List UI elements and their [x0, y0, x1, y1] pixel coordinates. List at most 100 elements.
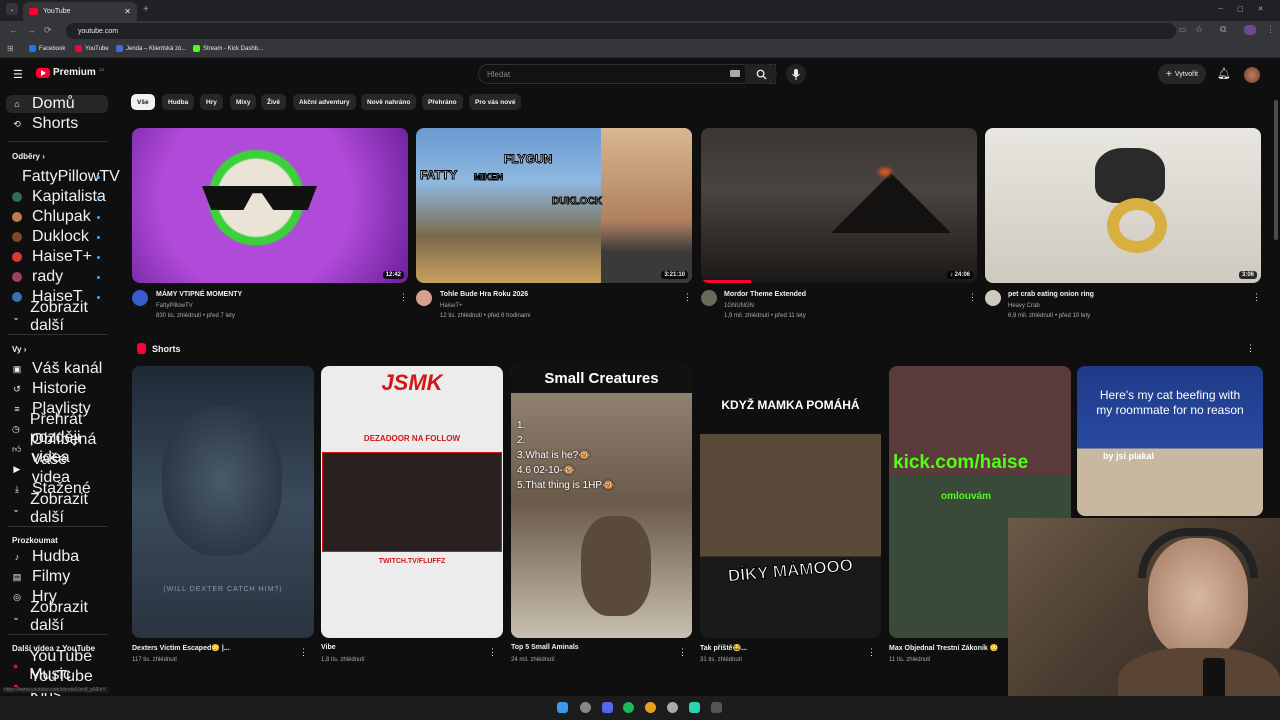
chip-mixes[interactable]: Mixy [230, 94, 257, 110]
more-options-icon[interactable]: ⋮ [1252, 292, 1261, 303]
tab-youtube[interactable]: YouTube ✕ [23, 2, 137, 21]
new-tab-icon[interactable]: + [143, 4, 149, 15]
chip-action-adventure[interactable]: Akční adventury [293, 94, 356, 110]
bell-icon[interactable]: 🔔︎ [1217, 67, 1231, 80]
chip-music[interactable]: Hudba [162, 94, 195, 110]
create-button[interactable]: + Vytvořit [1158, 64, 1206, 84]
apps-icon[interactable]: ⊞ [7, 44, 14, 53]
more-options-icon[interactable]: ⋮ [968, 292, 977, 303]
video-thumbnail[interactable]: FATTY MIKEN FLYGUN DUKLOCK 3:21:10 [416, 128, 692, 283]
short-title[interactable]: Max Objednal Trestní Zákoník 😳 [889, 644, 998, 652]
omnibox[interactable]: youtube.com [66, 23, 1176, 39]
short-thumbnail[interactable]: JSMK DEZADOOR NA FOLLOW TWITCH.TV/FLUFFZ [321, 366, 503, 638]
chip-live[interactable]: Živě [261, 94, 287, 110]
short-thumbnail[interactable]: Here's my cat beefing with my roommate f… [1077, 366, 1263, 516]
channel-name[interactable]: FattyPillowTV [156, 303, 193, 309]
youtube-logo[interactable]: Premium CZ [36, 67, 104, 78]
sidebar-show-more[interactable]: ⌄ Zobrazit další [6, 599, 108, 634]
scrollbar-thumb[interactable] [1274, 100, 1278, 240]
extensions-icon[interactable]: ⧉ [1220, 24, 1226, 35]
short-title[interactable]: Tak příště😂... [700, 644, 747, 652]
video-thumbnail[interactable]: ♪ 24:06 [701, 128, 977, 283]
channel-avatar[interactable] [416, 290, 432, 306]
chip-watched[interactable]: Přehráno [422, 94, 463, 110]
taskbar-search-icon[interactable] [580, 702, 591, 713]
channel-avatar[interactable] [985, 290, 1001, 306]
forward-icon[interactable]: → [27, 25, 36, 35]
menu-icon[interactable]: ⋮ [1266, 24, 1275, 35]
sidebar-sub-item[interactable]: Kapitalista [6, 188, 108, 206]
shorts-icon: ⟲ [13, 118, 21, 129]
hamburger-menu-icon[interactable]: ☰ [13, 68, 23, 81]
back-icon[interactable]: ← [9, 25, 18, 35]
video-title[interactable]: Tohle Bude Hra Roku 2026 [440, 291, 528, 298]
more-options-icon[interactable]: ⋮ [683, 292, 692, 303]
sidebar-item-channel[interactable]: ▣ Váš kanál [6, 360, 108, 378]
shelf-more-options-icon[interactable]: ⋮ [1246, 343, 1255, 354]
more-options-icon[interactable]: ⋮ [399, 292, 408, 303]
sidebar-sub-item[interactable]: rady [6, 268, 108, 286]
short-title[interactable]: Vibe [321, 644, 336, 651]
channel-avatar[interactable] [132, 290, 148, 306]
sidebar-item-shorts[interactable]: ⟲ Shorts [6, 115, 108, 133]
short-title[interactable]: Dexters Victim Escaped😳 |... [132, 644, 230, 652]
close-tab-icon[interactable]: ✕ [124, 7, 131, 16]
cast-icon[interactable]: ▭ [1179, 25, 1187, 34]
app-icon[interactable] [689, 702, 700, 713]
chip-all[interactable]: Vše [131, 94, 155, 110]
chip-recently-uploaded[interactable]: Nově nahráno [361, 94, 417, 110]
video-title[interactable]: MÁMY VTIPNÉ MOMENTY [156, 291, 242, 298]
sidebar-item-home[interactable]: ⌂ Domů [6, 95, 108, 113]
sidebar-sub-item[interactable]: FattyPillowTV [6, 168, 120, 186]
tab-search-icon[interactable]: ⌄ [6, 3, 18, 15]
bookmark-jenda[interactable]: Jenda – Klientská zó... [116, 45, 186, 52]
avatar[interactable] [1244, 67, 1260, 83]
bookmark-facebook[interactable]: Facebook [29, 45, 65, 52]
channel-icon: ▣ [12, 363, 22, 374]
voice-search-button[interactable] [786, 64, 806, 84]
sidebar-show-more[interactable]: ⌄ Zobrazit další [6, 299, 108, 334]
video-thumbnail[interactable]: 12:42 [132, 128, 408, 283]
short-thumbnail[interactable]: KDYŽ MAMKA POMÁHÁ DÍKY MÁMOOO [700, 366, 881, 638]
bookmark-kick[interactable]: Stream - Kick Dashb... [193, 45, 263, 52]
sidebar-item-movies[interactable]: ▤ Filmy [6, 568, 108, 586]
sidebar-item-your-videos[interactable]: ▶ Vaše videa [6, 451, 108, 486]
keyboard-icon[interactable] [730, 70, 740, 77]
reload-icon[interactable]: ⟳ [44, 25, 52, 36]
chip-new-to-you[interactable]: Pro vás nové [469, 94, 522, 110]
window-controls[interactable]: ─▢✕ [1218, 5, 1277, 13]
profile-icon[interactable] [1244, 25, 1256, 35]
short-thumbnail[interactable]: Small Creatures 1. 2. 3.What is he?🐵 4.6… [511, 366, 692, 638]
sidebar-sub-item[interactable]: Duklock [6, 228, 108, 246]
chip-games[interactable]: Hry [200, 94, 223, 110]
discord-icon[interactable] [602, 702, 613, 713]
more-options-icon[interactable]: ⋮ [678, 647, 687, 658]
short-title[interactable]: Top 5 Small Aminals [511, 644, 579, 651]
more-options-icon[interactable]: ⋮ [299, 647, 308, 658]
channel-avatar[interactable] [701, 290, 717, 306]
channel-name[interactable]: 1GNUNGN [724, 303, 754, 309]
you-heading[interactable]: Vy › [12, 345, 26, 354]
chrome-icon[interactable] [645, 702, 656, 713]
search-button[interactable] [745, 64, 777, 84]
more-options-icon[interactable]: ⋮ [488, 647, 497, 658]
more-options-icon[interactable]: ⋮ [867, 647, 876, 658]
subscriptions-heading[interactable]: Odběry › [12, 152, 45, 161]
bookmark-star-icon[interactable]: ☆ [1195, 24, 1203, 35]
obs-icon[interactable] [711, 702, 722, 713]
windows-start-icon[interactable] [557, 702, 568, 713]
sidebar-sub-item[interactable]: HaiseT+ [6, 248, 108, 266]
channel-name[interactable]: HaiseT+ [440, 303, 463, 309]
sidebar-sub-item[interactable]: Chlupak [6, 208, 108, 226]
video-title[interactable]: Mordor Theme Extended [724, 291, 806, 298]
settings-icon[interactable] [667, 702, 678, 713]
video-thumbnail[interactable]: 3:06 [985, 128, 1261, 283]
video-title[interactable]: pet crab eating onion ring [1008, 291, 1094, 298]
short-thumbnail[interactable]: (WILL DEXTER CATCH HIM?) [132, 366, 314, 638]
sidebar-item-history[interactable]: ↺ Historie [6, 380, 108, 398]
bookmark-youtube[interactable]: YouTube [75, 45, 109, 52]
spotify-icon[interactable] [623, 702, 634, 713]
channel-name[interactable]: Heavy Crab [1008, 303, 1040, 309]
sidebar-show-more[interactable]: ⌄ Zobrazit další [6, 491, 108, 526]
sidebar-item-music[interactable]: ♪ Hudba [6, 548, 108, 566]
